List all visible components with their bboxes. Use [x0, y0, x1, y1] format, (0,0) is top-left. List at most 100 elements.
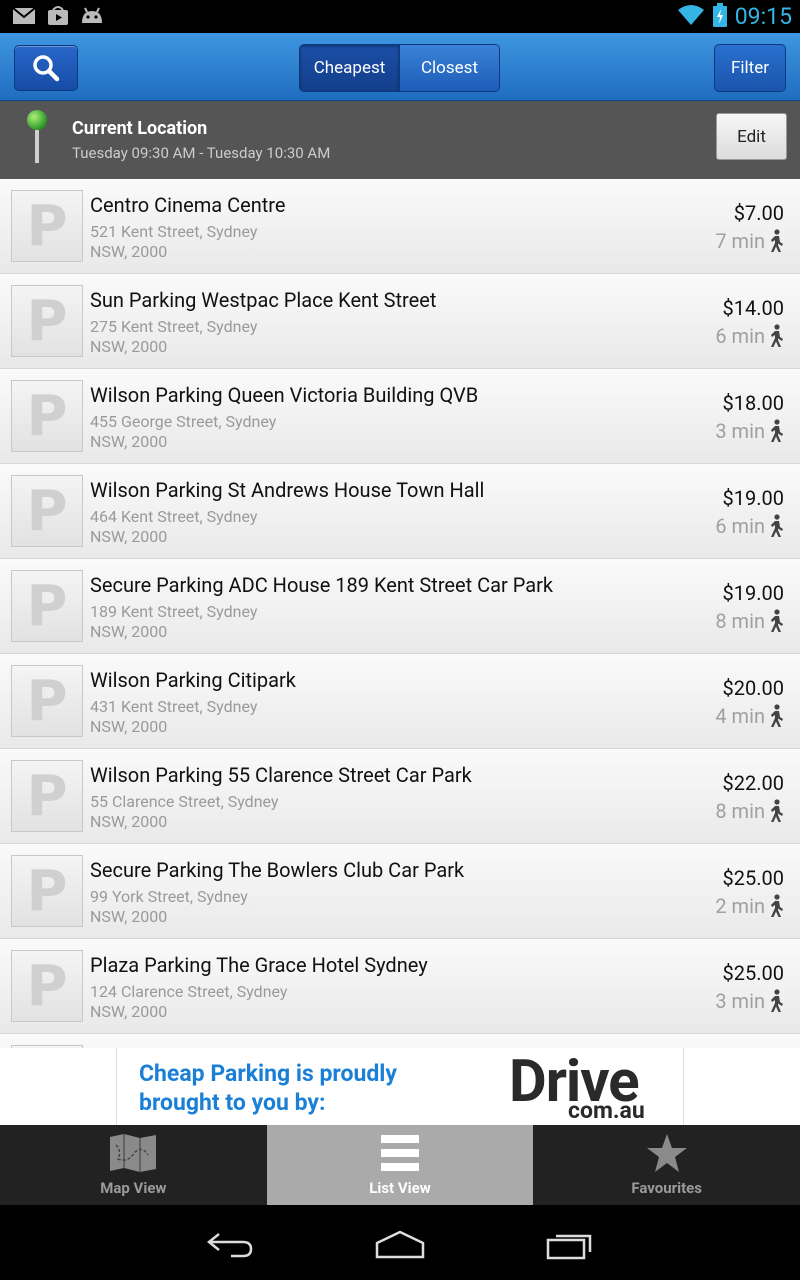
edit-location-button[interactable]: Edit: [716, 113, 787, 160]
filter-button[interactable]: Filter: [714, 44, 786, 92]
ad-banner[interactable]: Cheap Parking is proudly brought to you …: [0, 1048, 800, 1125]
walking-time-text: 7 min: [715, 229, 765, 253]
parking-name: Wilson Parking Queen Victoria Building Q…: [90, 383, 479, 407]
ad-text: Cheap Parking is proudly brought to you …: [139, 1059, 459, 1117]
parking-price: $20.00: [722, 676, 784, 700]
sort-closest-tab[interactable]: Closest: [399, 45, 499, 91]
parking-address: 275 Kent Street, Sydney: [90, 317, 258, 336]
walking-icon: [771, 609, 783, 632]
parking-address: 455 George Street, Sydney: [90, 412, 277, 431]
clock: 09:15: [734, 3, 792, 30]
back-button[interactable]: [200, 1225, 260, 1265]
parking-p-icon: P: [26, 573, 68, 639]
parking-row[interactable]: P Secure Parking ADC House 189 Kent Stree…: [0, 559, 800, 654]
map-icon: [110, 1134, 157, 1172]
parking-p-icon: P: [26, 763, 68, 829]
sort-cheapest-tab[interactable]: Cheapest: [300, 45, 399, 91]
walking-icon: [771, 799, 783, 822]
home-icon: [375, 1230, 425, 1259]
parking-row[interactable]: P Secure Parking The Bowlers Club Car Par…: [0, 844, 800, 939]
search-icon: [33, 55, 60, 82]
walking-time: 7 min: [715, 229, 784, 253]
walking-time: 4 min: [715, 704, 784, 728]
search-button[interactable]: [14, 45, 78, 91]
parking-row[interactable]: P Wilson Parking 55 Clarence Street Car P…: [0, 749, 800, 844]
parking-thumbnail: P: [11, 380, 83, 452]
walking-icon: [771, 324, 783, 347]
parking-row[interactable]: P Sun Parking Westpac Place Kent Street 27…: [0, 274, 800, 369]
status-bar: 09:15: [0, 0, 800, 33]
walking-time-text: 2 min: [715, 894, 765, 918]
walking-time-text: 6 min: [715, 514, 765, 538]
parking-row[interactable]: P Wilson Parking St Andrews House Town Ha…: [0, 464, 800, 559]
tab-list-view[interactable]: List View: [266, 1125, 534, 1205]
recents-button[interactable]: [540, 1225, 600, 1265]
parking-p-icon: P: [26, 288, 68, 354]
android-icon: [80, 6, 104, 26]
walking-time: 6 min: [715, 324, 784, 348]
parking-price: $7.00: [733, 201, 784, 225]
parking-list[interactable]: P Centro Cinema Centre 521 Kent Street, Sy…: [0, 179, 800, 1048]
parking-row-partial[interactable]: P: [0, 1034, 800, 1048]
walking-time: 8 min: [715, 799, 784, 823]
sort-segmented-control: Cheapest Closest: [299, 44, 500, 92]
map-pin-icon: [27, 110, 47, 163]
parking-price: $25.00: [722, 961, 784, 985]
parking-p-icon: P: [26, 193, 68, 259]
home-button[interactable]: [370, 1225, 430, 1265]
parking-thumbnail: P: [11, 665, 83, 737]
parking-name: Centro Cinema Centre: [90, 193, 286, 217]
walking-icon: [771, 704, 783, 727]
parking-state: NSW, 2000: [90, 907, 168, 926]
back-icon: [206, 1233, 253, 1258]
parking-address: 431 Kent Street, Sydney: [90, 697, 258, 716]
parking-row[interactable]: P Plaza Parking The Grace Hotel Sydney 124…: [0, 939, 800, 1034]
parking-address: 464 Kent Street, Sydney: [90, 507, 258, 526]
parking-state: NSW, 2000: [90, 812, 168, 831]
walking-time-text: 4 min: [715, 704, 765, 728]
bottom-tab-bar: Map View List View Favourites: [0, 1125, 800, 1205]
parking-row[interactable]: P Centro Cinema Centre 521 Kent Street, Sy…: [0, 179, 800, 274]
location-title: Current Location: [72, 118, 208, 139]
parking-name: Plaza Parking The Grace Hotel Sydney: [90, 953, 428, 977]
parking-state: NSW, 2000: [90, 337, 168, 356]
parking-price: $25.00: [722, 866, 784, 890]
parking-p-icon: P: [26, 858, 68, 924]
star-icon: [646, 1134, 687, 1172]
walking-time: 3 min: [715, 419, 784, 443]
parking-address: 124 Clarence Street, Sydney: [90, 982, 288, 1001]
system-nav-bar: [0, 1205, 800, 1280]
parking-price: $19.00: [722, 486, 784, 510]
walking-time: 2 min: [715, 894, 784, 918]
parking-thumbnail: P: [11, 475, 83, 547]
list-icon: [381, 1135, 419, 1171]
parking-name: Wilson Parking 55 Clarence Street Car Pa…: [90, 763, 472, 787]
walking-time: 8 min: [715, 609, 784, 633]
parking-name: Wilson Parking St Andrews House Town Hal…: [90, 478, 485, 502]
parking-price: $18.00: [722, 391, 784, 415]
tab-label: List View: [369, 1179, 431, 1197]
walking-time: 6 min: [715, 514, 784, 538]
parking-address: 189 Kent Street, Sydney: [90, 602, 258, 621]
walking-time-text: 3 min: [715, 989, 765, 1013]
parking-thumbnail: P: [11, 855, 83, 927]
tab-map-view[interactable]: Map View: [0, 1125, 267, 1205]
parking-price: $19.00: [722, 581, 784, 605]
parking-address: 99 York Street, Sydney: [90, 887, 248, 906]
parking-state: NSW, 2000: [90, 717, 168, 736]
parking-name: Secure Parking ADC House 189 Kent Street…: [90, 573, 554, 597]
parking-address: 55 Clarence Street, Sydney: [90, 792, 279, 811]
tab-favourites[interactable]: Favourites: [533, 1125, 800, 1205]
parking-name: Wilson Parking Citipark: [90, 668, 296, 692]
ad-line-1: Cheap Parking is proudly: [139, 1060, 397, 1087]
parking-address: 521 Kent Street, Sydney: [90, 222, 258, 241]
parking-name: Secure Parking The Bowlers Club Car Park: [90, 858, 465, 882]
parking-state: NSW, 2000: [90, 622, 168, 641]
recents-icon: [546, 1234, 592, 1260]
parking-row[interactable]: P Wilson Parking Citipark 431 Kent Street,…: [0, 654, 800, 749]
parking-row[interactable]: P Wilson Parking Queen Victoria Building …: [0, 369, 800, 464]
parking-thumbnail: P: [11, 950, 83, 1022]
parking-state: NSW, 2000: [90, 432, 168, 451]
location-bar: Current Location Tuesday 09:30 AM - Tues…: [0, 101, 800, 179]
parking-thumbnail: P: [11, 570, 83, 642]
